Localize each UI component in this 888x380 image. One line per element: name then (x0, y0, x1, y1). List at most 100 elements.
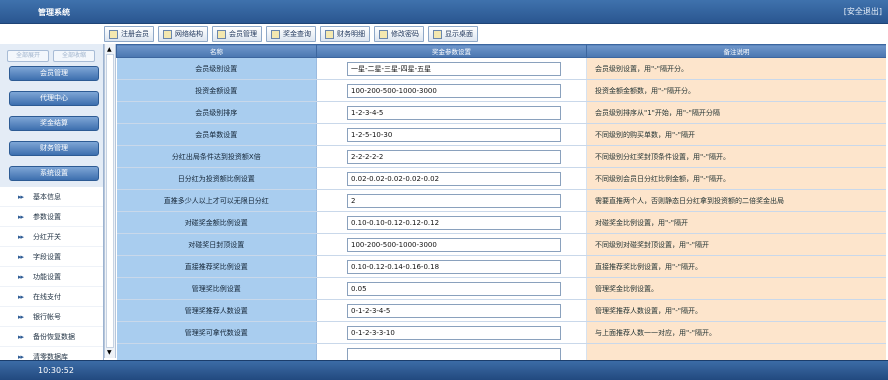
param-name: 直接推荐奖比例设置 (116, 255, 317, 278)
member-management-label: 会员管理 (229, 30, 257, 38)
top-bar: 管理系统 [安全退出] (0, 0, 888, 24)
double-arrow-icon: ▸▸ (18, 272, 24, 281)
change-password-button[interactable]: 修改密码 (374, 26, 424, 42)
param-value-input[interactable] (347, 259, 561, 274)
table-row: 管理奖可拿代数设置 与上面推荐人数一一对应，用"-"隔开。 (116, 321, 886, 344)
param-value-cell (316, 101, 587, 124)
show-desktop-button[interactable]: 显示桌面 (428, 26, 478, 42)
param-name: 会员级别设置 (116, 57, 317, 80)
param-value-input[interactable] (347, 281, 561, 296)
param-name (116, 343, 317, 360)
param-value-input[interactable] (347, 215, 561, 230)
member-management-button[interactable]: 会员管理 (212, 26, 262, 42)
table-row: 投资金额设置 投资金额金额数，用"-"隔开分。 (116, 79, 886, 102)
param-name: 直推多少人以上才可以无限日分红 (116, 189, 317, 212)
members-icon (217, 29, 226, 39)
param-value-cell (316, 277, 587, 300)
sidebar-item-label: 参数设置 (33, 212, 62, 221)
param-name: 会员级别排序 (116, 101, 317, 124)
settings-table-wrap: 名称 奖金参数设置 备注说明 会员级别设置 会员级别设置，用"-"隔开分。投资金额… (116, 44, 886, 360)
header-note: 备注说明 (586, 44, 886, 58)
param-value-input[interactable] (347, 127, 561, 142)
param-note: 不同级别对碰奖封顶设置，用"-"隔开 (586, 233, 886, 256)
table-row: 日分红为投资额比例设置 不同级别会员日分红比例金额，用"-"隔开。 (116, 167, 886, 190)
collapse-all-tab[interactable]: 全部收缩 (53, 50, 95, 62)
param-note: 管理奖推荐人数设置，用"-"隔开。 (586, 299, 886, 322)
param-value-input[interactable] (347, 105, 561, 120)
param-value-cell (316, 57, 587, 80)
param-note: 需要直推两个人，否则静态日分红拿到投资额的二倍奖金出局 (586, 189, 886, 212)
sidebar-item-basic-info[interactable]: ▸▸ 基本信息 (0, 187, 103, 207)
param-value-input[interactable] (347, 347, 561, 360)
scroll-thumb[interactable] (106, 54, 114, 348)
param-value-input[interactable] (347, 303, 561, 318)
password-icon (379, 29, 388, 39)
table-row: 会员级别排序 会员级别排序从"1"开始，用"-"隔开分隔 (116, 101, 886, 124)
table-header-row: 名称 奖金参数设置 备注说明 (116, 44, 886, 58)
sidebar-item-online-pay[interactable]: ▸▸ 在线支付 (0, 287, 103, 307)
sidebar-item-backup[interactable]: ▸▸ 备份恢复数据 (0, 327, 103, 347)
double-arrow-icon: ▸▸ (18, 332, 24, 341)
desktop-icon (433, 29, 442, 39)
sidebar-section-system[interactable]: 系统设置 (9, 166, 99, 181)
double-arrow-icon: ▸▸ (18, 232, 24, 241)
param-value-input[interactable] (347, 325, 561, 340)
param-value-input[interactable] (347, 171, 561, 186)
sidebar-item-params[interactable]: ▸▸ 参数设置 (0, 207, 103, 227)
bonus-query-label: 奖金查询 (283, 30, 311, 38)
param-note: 会员级别设置，用"-"隔开分。 (586, 57, 886, 80)
param-note (586, 343, 886, 360)
param-value-cell (316, 343, 587, 360)
param-value-input[interactable] (347, 237, 561, 252)
table-row: 会员单数设置 不同级别的购买单数，用"-"隔开 (116, 123, 886, 146)
param-value-cell (316, 321, 587, 344)
sidebar-item-label: 分红开关 (33, 232, 62, 241)
param-note: 对碰奖金比例设置，用"-"隔开 (586, 211, 886, 234)
sidebar-section-finance[interactable]: 财务管理 (9, 141, 99, 156)
finance-detail-label: 财务明细 (337, 30, 365, 38)
expand-all-tab[interactable]: 全部展开 (7, 50, 49, 62)
param-value-cell (316, 299, 587, 322)
double-arrow-icon: ▸▸ (18, 312, 24, 321)
sidebar-item-bank-account[interactable]: ▸▸ 银行帐号 (0, 307, 103, 327)
param-value-input[interactable] (347, 193, 561, 208)
param-value-input[interactable] (347, 61, 561, 76)
finance-detail-button[interactable]: 财务明细 (320, 26, 370, 42)
sidebar-item-label: 在线支付 (33, 292, 62, 301)
scroll-down-icon[interactable]: ▼ (107, 349, 114, 356)
param-name: 投资金额设置 (116, 79, 317, 102)
param-note: 不同级别的购买单数，用"-"隔开 (586, 123, 886, 146)
double-arrow-icon: ▸▸ (18, 292, 24, 301)
param-value-input[interactable] (347, 83, 561, 98)
header-name: 名称 (116, 44, 317, 58)
scroll-up-icon[interactable]: ▲ (107, 46, 114, 53)
network-structure-button[interactable]: 网络结构 (158, 26, 208, 42)
app-title: 管理系统 (38, 8, 70, 17)
sidebar-item-functions[interactable]: ▸▸ 功能设置 (0, 267, 103, 287)
param-value-cell (316, 189, 587, 212)
sidebar-section-members[interactable]: 会员管理 (9, 66, 99, 81)
sidebar-item-dividend-switch[interactable]: ▸▸ 分红开关 (0, 227, 103, 247)
header-setting: 奖金参数设置 (316, 44, 587, 58)
sidebar-scrollbar[interactable]: ▲ ▼ (104, 44, 116, 358)
param-value-cell (316, 79, 587, 102)
sidebar-item-label: 字段设置 (33, 252, 62, 261)
sidebar: 全部展开 全部收缩 会员管理 代理中心 奖金结算 财务管理 系统设置 ▸▸ 基本信… (0, 44, 104, 367)
logout-link[interactable]: [安全退出] (844, 6, 882, 17)
table-row: 对碰奖金额比例设置 对碰奖金比例设置，用"-"隔开 (116, 211, 886, 234)
toolbar: 注册会员 网络结构 会员管理 奖金查询 财务明细 修改密码 显示桌面 (104, 26, 888, 44)
param-name: 会员单数设置 (116, 123, 317, 146)
param-value-input[interactable] (347, 149, 561, 164)
register-member-button[interactable]: 注册会员 (104, 26, 154, 42)
param-note: 管理奖金比例设置。 (586, 277, 886, 300)
network-icon (163, 29, 172, 39)
sidebar-section-agent[interactable]: 代理中心 (9, 91, 99, 106)
sidebar-item-fields[interactable]: ▸▸ 字段设置 (0, 247, 103, 267)
bonus-query-button[interactable]: 奖金查询 (266, 26, 316, 42)
param-note: 不同级别分红奖封顶条件设置，用"-"隔开。 (586, 145, 886, 168)
param-name: 分红出局条件达到投资额X倍 (116, 145, 317, 168)
table-row (116, 343, 886, 360)
param-value-cell (316, 123, 587, 146)
sidebar-section-bonus[interactable]: 奖金结算 (9, 116, 99, 131)
table-row: 分红出局条件达到投资额X倍 不同级别分红奖封顶条件设置，用"-"隔开。 (116, 145, 886, 168)
